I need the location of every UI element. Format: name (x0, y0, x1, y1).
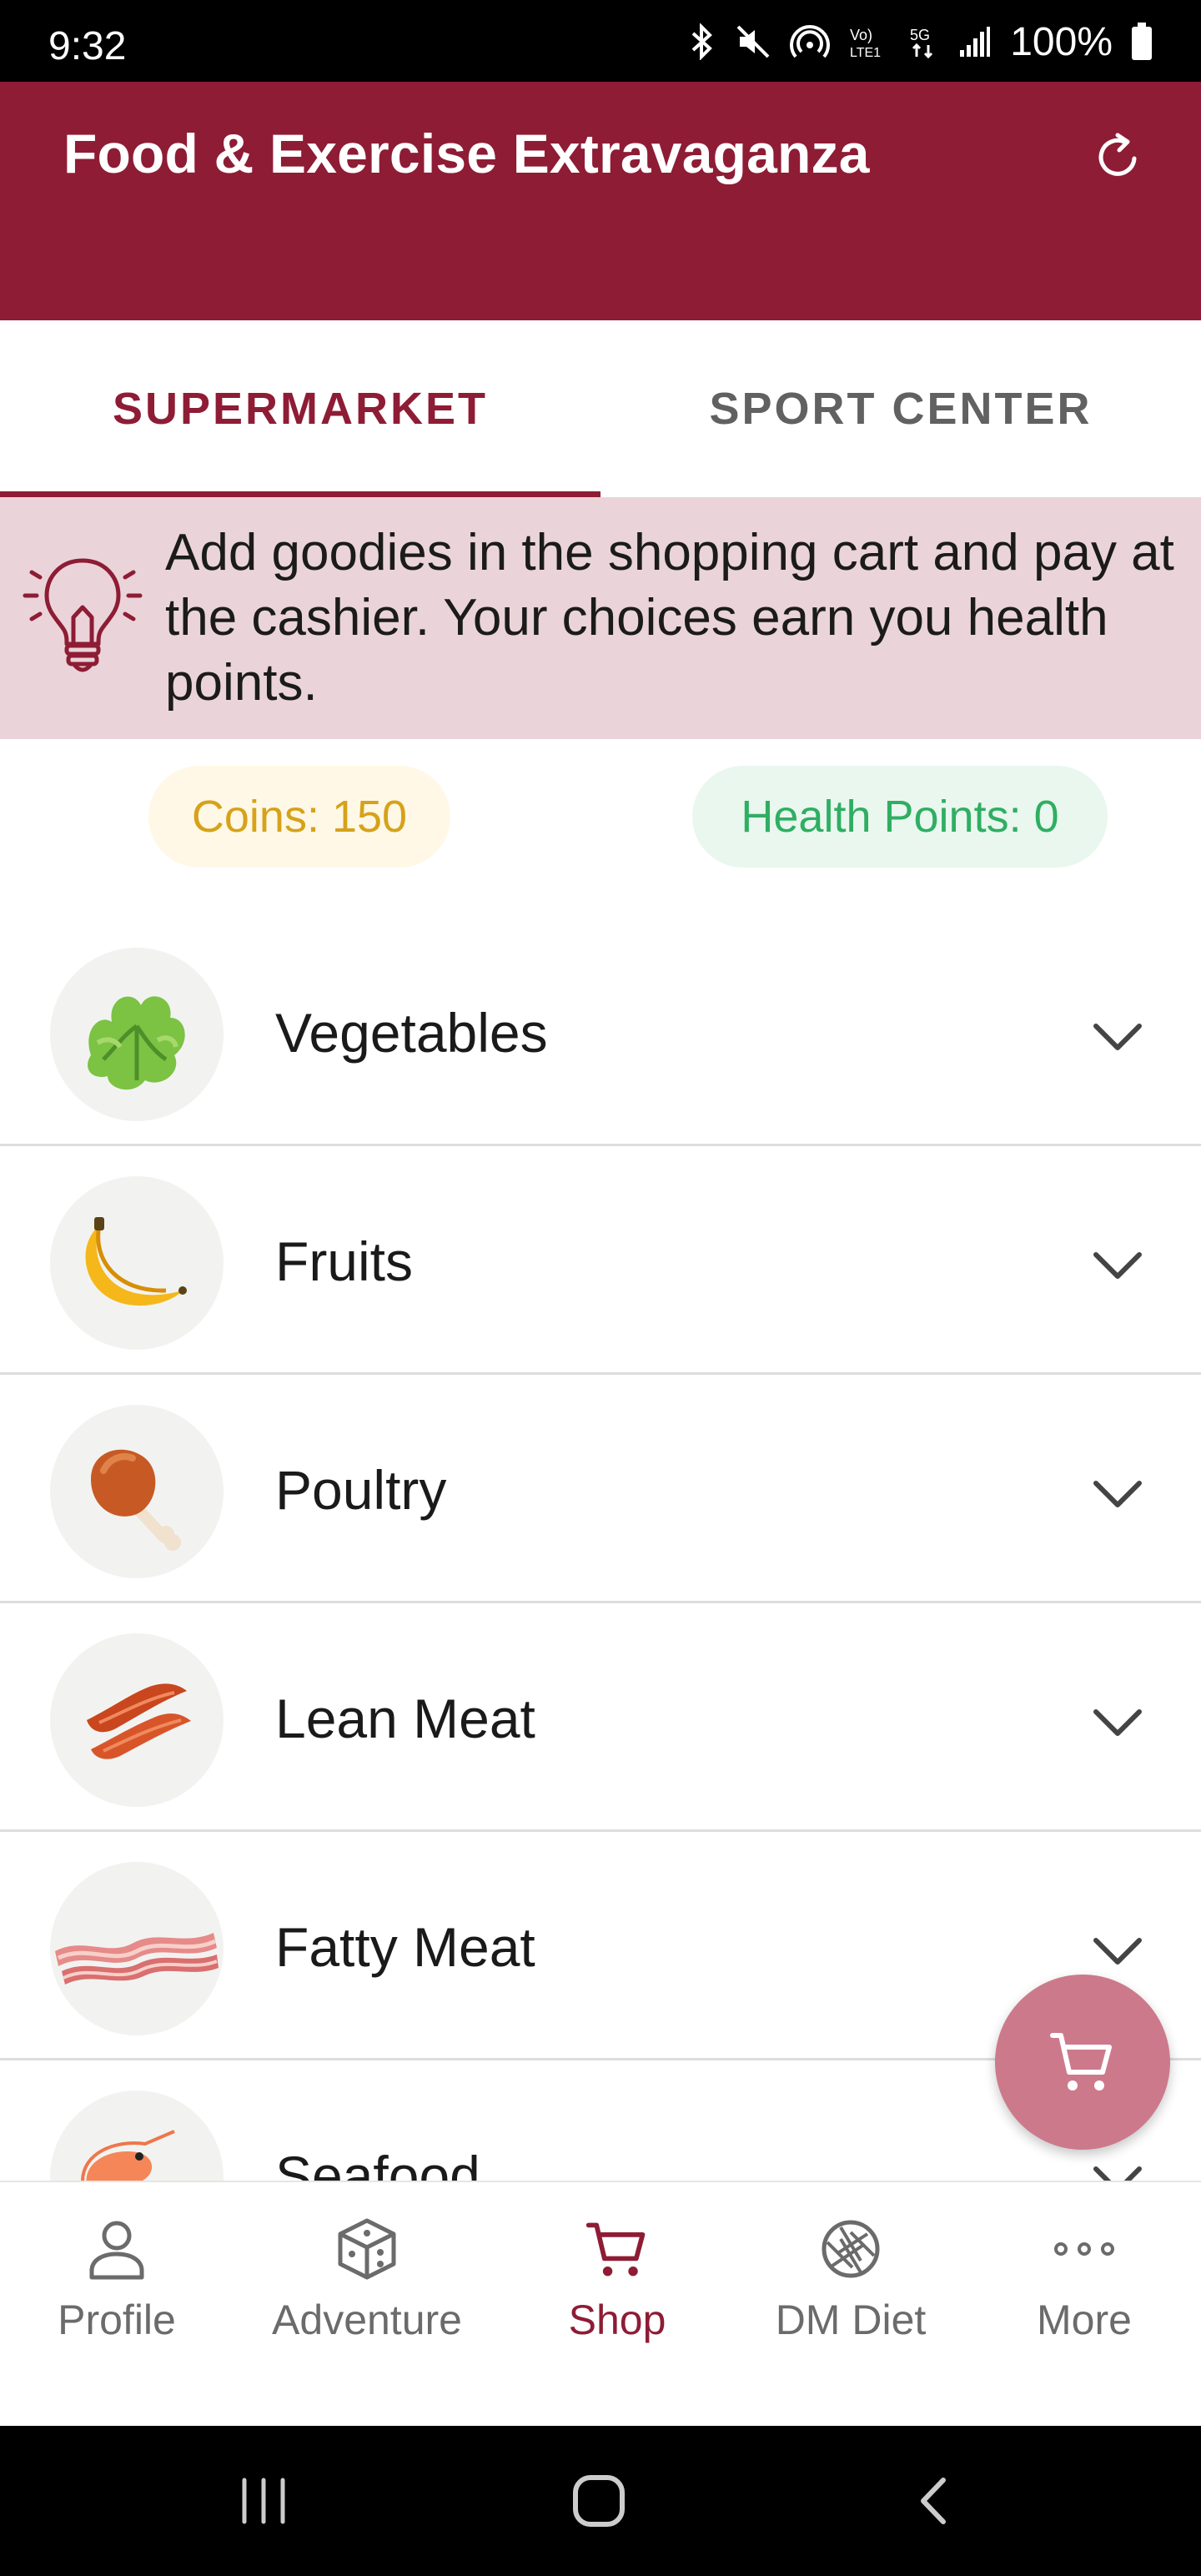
cart-icon (1050, 2033, 1112, 2090)
aperture-icon (814, 2212, 887, 2286)
battery-percent: 100% (1010, 19, 1113, 64)
status-bar: 9:32 Vo) LTE1 5G 100% (0, 0, 1201, 82)
refresh-icon (1098, 133, 1137, 176)
tab-supermarket[interactable]: SUPERMARKET (0, 320, 600, 497)
app-title: Food & Exercise Extravaganza (63, 123, 870, 184)
category-vegetables[interactable]: Vegetables (0, 918, 1201, 1146)
signal-icon (958, 23, 992, 60)
dice-icon (330, 2212, 404, 2286)
nav-label: Profile (58, 2297, 176, 2343)
chevron-down-icon (1093, 1024, 1142, 1050)
coins-badge: Coins: 150 (148, 766, 450, 868)
nav-label: DM Diet (775, 2297, 927, 2343)
nav-shop[interactable]: Shop (534, 2182, 701, 2428)
recent-apps-button[interactable] (222, 2459, 305, 2543)
home-button[interactable] (557, 2459, 641, 2543)
battery-icon (1131, 23, 1153, 61)
lean-meat-icon (50, 1633, 224, 1807)
cart-fab-button[interactable] (995, 1975, 1170, 2150)
chicken-leg-icon (50, 1405, 224, 1578)
health-points-badge: Health Points: 0 (692, 766, 1108, 868)
tab-sport-center[interactable]: SPORT CENTER (600, 320, 1201, 497)
volte-icon: Vo) LTE1 (848, 23, 888, 60)
category-label: Fatty Meat (275, 1916, 535, 1978)
banana-icon (50, 1176, 224, 1350)
svg-text:Vo): Vo) (850, 27, 872, 43)
back-button[interactable] (892, 2459, 976, 2543)
svg-text:LTE1: LTE1 (850, 46, 881, 60)
category-label: Lean Meat (275, 1688, 535, 1749)
status-time: 9:32 (48, 24, 127, 68)
category-fruits[interactable]: Fruits (0, 1146, 1201, 1375)
mute-icon (735, 23, 771, 60)
nav-dm-diet[interactable]: DM Diet (751, 2182, 951, 2428)
app-bar (0, 82, 1201, 320)
chevron-down-icon (1093, 1709, 1142, 1736)
lightbulb-icon (22, 544, 143, 682)
hint-text: Add goodies in the shopping cart and pay… (165, 524, 1174, 712)
chevron-down-icon (1093, 1252, 1142, 1279)
bottom-navigation: Profile Adventure Shop DM Diet More (0, 2181, 1201, 2426)
recent-apps-icon (242, 2478, 285, 2524)
home-icon (573, 2475, 625, 2527)
category-label: Vegetables (275, 1002, 548, 1064)
category-lean-meat[interactable]: Lean Meat (0, 1603, 1201, 1832)
refresh-button[interactable] (1084, 122, 1154, 192)
chevron-down-icon (1093, 2166, 1142, 2182)
hotspot-icon (790, 23, 831, 60)
tab-bar: SUPERMARKET SPORT CENTER (0, 320, 1201, 497)
status-icons: Vo) LTE1 5G 100% (686, 19, 1153, 64)
more-dots-icon (1048, 2212, 1121, 2286)
nav-more[interactable]: More (1001, 2182, 1168, 2428)
nav-label: More (1037, 2297, 1132, 2343)
nav-adventure[interactable]: Adventure (250, 2182, 484, 2428)
5g-icon: 5G (907, 23, 940, 60)
category-label: Poultry (275, 1459, 447, 1521)
nav-label: Shop (568, 2297, 666, 2343)
nav-label: Adventure (272, 2297, 462, 2343)
category-poultry[interactable]: Poultry (0, 1375, 1201, 1603)
chevron-down-icon (1093, 1481, 1142, 1507)
category-label: Seafood (275, 2145, 480, 2182)
category-label: Fruits (275, 1230, 413, 1292)
person-icon (80, 2212, 153, 2286)
lettuce-icon (50, 948, 224, 1121)
bluetooth-icon (686, 23, 716, 60)
chevron-down-icon (1093, 1938, 1142, 1965)
bacon-icon (50, 1862, 224, 2035)
shrimp-icon (50, 2090, 224, 2182)
svg-text:5G: 5G (910, 27, 930, 43)
nav-profile[interactable]: Profile (33, 2182, 200, 2428)
cart-icon (580, 2212, 654, 2286)
category-list: Vegetables Fruits Poultry Lean Meat Fatt… (0, 918, 1201, 2182)
system-navigation-bar (0, 2426, 1201, 2576)
back-icon (921, 2478, 946, 2524)
